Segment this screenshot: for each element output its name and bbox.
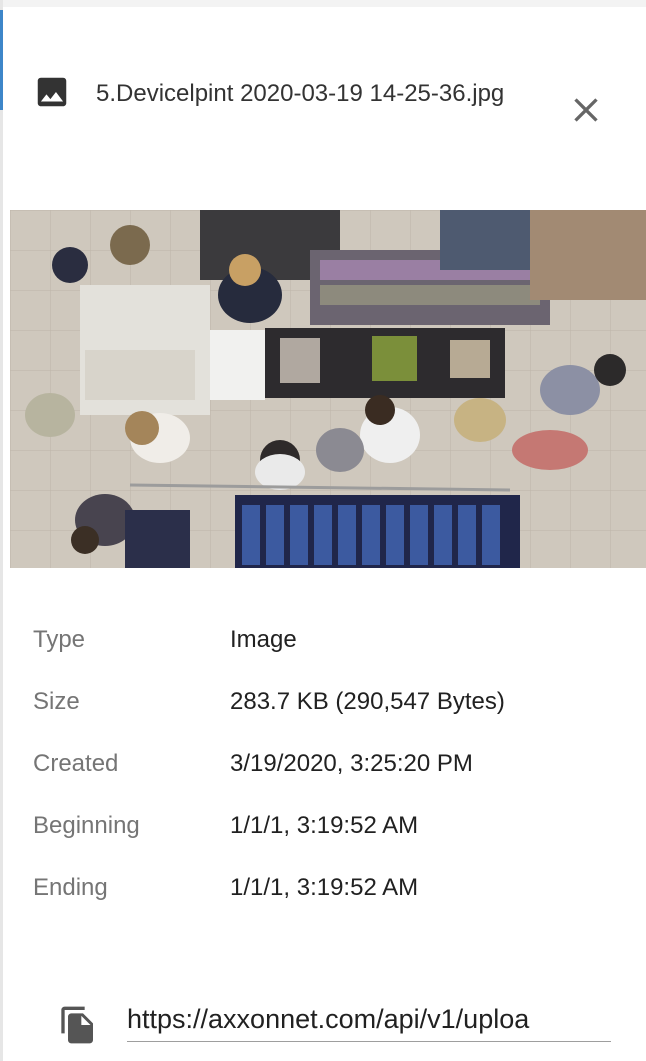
image-icon [37, 77, 67, 107]
property-label: Created [33, 750, 119, 777]
file-properties: Type Image Size 283.7 KB (290,547 Bytes)… [33, 620, 633, 930]
top-divider [0, 0, 646, 7]
property-label: Beginning [33, 812, 140, 839]
property-row-beginning: Beginning 1/1/1, 3:19:52 AM [33, 806, 633, 868]
property-label: Size [33, 688, 80, 715]
property-value: 283.7 KB (290,547 Bytes) [230, 688, 505, 715]
property-label: Ending [33, 874, 108, 901]
image-preview[interactable] [10, 210, 646, 568]
file-name-title: 5.Devicelpint 2020-03-19 14-25-36.jpg [96, 80, 505, 107]
store-checkout-photo [10, 210, 646, 568]
property-value: 3/19/2020, 3:25:20 PM [230, 750, 473, 777]
file-details-panel: 5.Devicelpint 2020-03-19 14-25-36.jpg Ty… [0, 0, 646, 1061]
panel-header: 5.Devicelpint 2020-03-19 14-25-36.jpg [0, 50, 646, 170]
share-link-row [0, 985, 646, 1061]
property-row-type: Type Image [33, 620, 633, 682]
property-row-created: Created 3/19/2020, 3:25:20 PM [33, 744, 633, 806]
close-icon[interactable] [566, 90, 606, 130]
property-row-size: Size 283.7 KB (290,547 Bytes) [33, 682, 633, 744]
property-row-ending: Ending 1/1/1, 3:19:52 AM [33, 868, 633, 930]
share-url-field[interactable] [127, 997, 611, 1042]
property-value: 1/1/1, 3:19:52 AM [230, 874, 419, 901]
property-label: Type [33, 626, 86, 653]
property-value: Image [230, 626, 297, 653]
copy-icon[interactable] [58, 1005, 98, 1045]
property-value: 1/1/1, 3:19:52 AM [230, 812, 419, 839]
